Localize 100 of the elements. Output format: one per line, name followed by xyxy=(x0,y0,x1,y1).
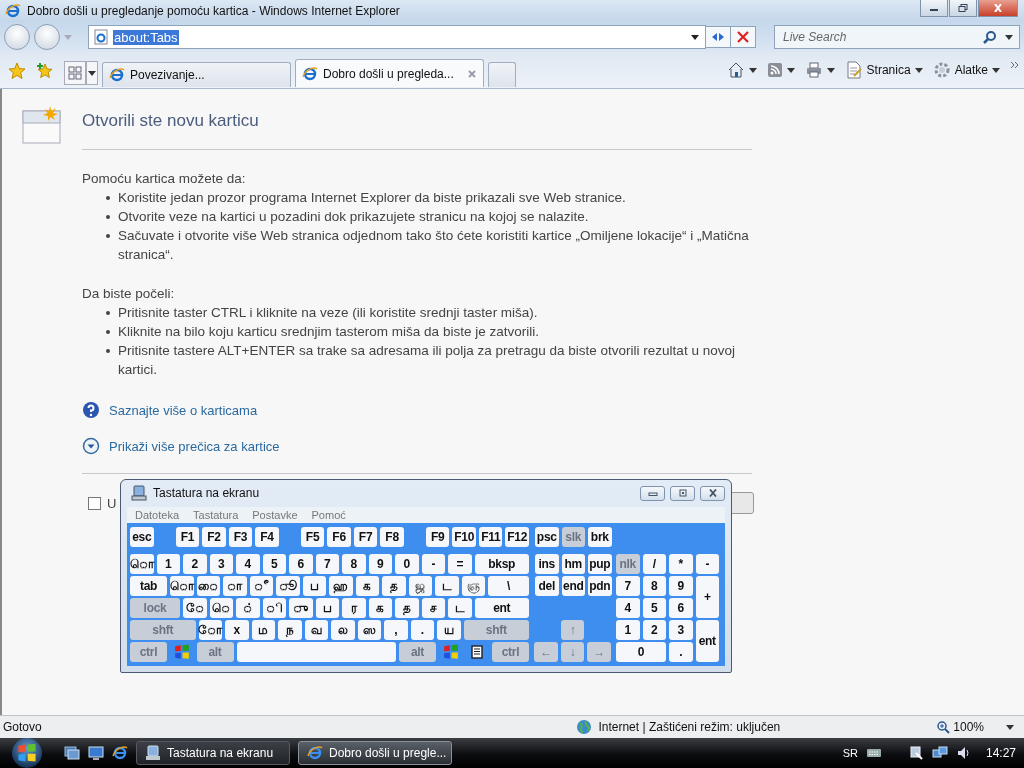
keyboard-key[interactable]: . xyxy=(669,642,693,662)
keyboard-key[interactable]: ை xyxy=(196,576,220,596)
search-field[interactable]: Live Search xyxy=(781,29,975,45)
keyboard-key[interactable]: ு xyxy=(289,598,313,618)
keyboard-key[interactable]: 5 xyxy=(642,598,666,618)
keyboard-key[interactable]: F2 xyxy=(202,527,226,547)
maximize-button[interactable] xyxy=(670,485,695,501)
keyboard-key[interactable]: ெ xyxy=(209,598,233,618)
stop-button[interactable] xyxy=(730,26,756,48)
keyboard-key[interactable]: 1 xyxy=(616,620,640,640)
clock[interactable]: 14:27 xyxy=(985,746,1016,760)
browser-tab[interactable]: Dobro došli u pregleda... xyxy=(295,59,484,87)
minimize-button[interactable] xyxy=(640,485,665,501)
toolbar-button[interactable] xyxy=(766,62,795,78)
address-field[interactable]: about:Tabs xyxy=(88,25,706,49)
close-button[interactable] xyxy=(700,485,725,501)
keyboard-key[interactable]: ப xyxy=(302,576,326,596)
keyboard-key[interactable]: hm xyxy=(561,554,585,574)
keyboard-key[interactable]: = xyxy=(448,554,472,574)
language-indicator[interactable]: SR xyxy=(842,747,858,759)
star-icon[interactable] xyxy=(8,62,26,80)
keyboard-key[interactable]: pup xyxy=(588,554,612,574)
browser-icon[interactable] xyxy=(112,745,128,761)
keyboard-key[interactable]: 9 xyxy=(669,576,693,596)
keyboard-key[interactable]: 6 xyxy=(669,598,693,618)
keyboard-key[interactable]: . xyxy=(410,620,434,640)
keyboard-key[interactable]: F11 xyxy=(478,527,503,547)
keyboard-key[interactable]: 8 xyxy=(642,576,666,596)
keyboard-key[interactable]: end xyxy=(561,576,585,596)
taskbar-button[interactable]: Tastatura na ekranu xyxy=(136,741,290,765)
close-button[interactable] xyxy=(978,0,1018,17)
checkbox[interactable] xyxy=(88,496,101,510)
keyboard-key[interactable]: த xyxy=(395,598,419,618)
keyboard-key[interactable]: x xyxy=(225,620,249,640)
zoom-button[interactable]: 100% xyxy=(936,720,984,734)
page-link[interactable]: Prikaži više prečica za kartice xyxy=(109,438,280,454)
caret-icon[interactable] xyxy=(1005,34,1013,40)
toolbar-button[interactable] xyxy=(804,61,835,79)
keyboard-key[interactable]: 4 xyxy=(236,554,260,574)
start-button[interactable] xyxy=(12,738,42,768)
keyboard-key[interactable]: ய xyxy=(437,620,461,640)
windows-icon[interactable] xyxy=(64,745,80,761)
keyboard-key[interactable]: 6 xyxy=(289,554,313,574)
chevron-icon[interactable] xyxy=(1010,61,1020,69)
keyboard-key[interactable]: ஞ xyxy=(461,576,485,596)
keyboard-key[interactable]: ல xyxy=(331,620,355,640)
keyboard-key[interactable]: 1 xyxy=(156,554,180,574)
add-star-icon[interactable] xyxy=(36,62,54,80)
keyboard-key[interactable]: F6 xyxy=(327,527,351,547)
page-link[interactable]: Saznajte više o karticama xyxy=(109,402,258,418)
keyboard-key[interactable]: bksp xyxy=(474,554,529,574)
keyboard-key[interactable]: 3 xyxy=(209,554,233,574)
taskbar-button[interactable]: Dobro došli u pregle... xyxy=(298,741,452,765)
keyboard-key[interactable]: esc xyxy=(130,527,154,547)
keyboard-key[interactable]: 7 xyxy=(315,554,339,574)
keyboard-key[interactable]: வ xyxy=(304,620,328,640)
keyboard-key[interactable]: - xyxy=(421,554,445,574)
refresh-button[interactable] xyxy=(705,26,731,48)
keyboard-key[interactable]: ப xyxy=(315,598,339,618)
keyboard-key[interactable]: ent xyxy=(695,620,719,662)
keyboard-key[interactable]: ூ xyxy=(276,576,300,596)
keyboard-key[interactable]: / xyxy=(642,554,666,574)
keyboard-key[interactable]: 5 xyxy=(262,554,286,574)
keyboard-key[interactable]: ந xyxy=(278,620,302,640)
keyboard-key[interactable]: ீ xyxy=(249,576,273,596)
keyboard-key[interactable]: ent xyxy=(474,598,529,618)
keyboard-key[interactable]: க xyxy=(355,576,379,596)
caret-icon[interactable] xyxy=(1006,724,1014,730)
menu-item[interactable]: Tastatura xyxy=(193,508,239,521)
keyboard-key[interactable]: ஸ xyxy=(357,620,381,640)
keyboard-key[interactable]: க xyxy=(368,598,392,618)
menu-item[interactable]: Datoteka xyxy=(135,508,180,521)
menu-item[interactable]: Pomoć xyxy=(311,508,346,521)
keyboard-key[interactable]: F5 xyxy=(300,527,325,547)
caret-icon[interactable] xyxy=(691,34,699,40)
keyboard-key[interactable]: ொ xyxy=(130,554,154,574)
tray-icon[interactable] xyxy=(907,745,924,761)
keyboard-key[interactable]: 2 xyxy=(642,620,666,640)
keyboard-key[interactable]: ஜ xyxy=(408,576,432,596)
keyboard-key[interactable]: + xyxy=(695,576,719,618)
keyboard-key[interactable]: 4 xyxy=(616,598,640,618)
tab-list-button[interactable] xyxy=(86,61,98,85)
keyboard-key[interactable]: ி xyxy=(262,598,286,618)
keyboard-key[interactable]: 3 xyxy=(669,620,693,640)
network-icon[interactable] xyxy=(931,745,948,761)
keyboard-key[interactable]: - xyxy=(695,554,719,574)
keyboard-key[interactable]: ட xyxy=(448,598,472,618)
browser-tab[interactable]: Povezivanje... xyxy=(102,62,291,87)
keyboard-key[interactable]: ட xyxy=(435,576,459,596)
desktop-icon[interactable] xyxy=(88,745,104,761)
keyboard-key[interactable]: \ xyxy=(488,576,529,596)
keyboard-key[interactable]: psc xyxy=(535,527,559,547)
keyboard-key[interactable]: 9 xyxy=(368,554,392,574)
keyboard-key[interactable]: F1 xyxy=(175,527,200,547)
keyboard-key[interactable]: F3 xyxy=(228,527,253,547)
restore-button[interactable] xyxy=(949,0,977,17)
keyboard-key[interactable]: pdn xyxy=(588,576,612,596)
keyboard-key[interactable]: 0 xyxy=(616,642,666,662)
keyboard-key[interactable]: ர xyxy=(342,598,366,618)
keyboard-key[interactable]: ச xyxy=(421,598,445,618)
